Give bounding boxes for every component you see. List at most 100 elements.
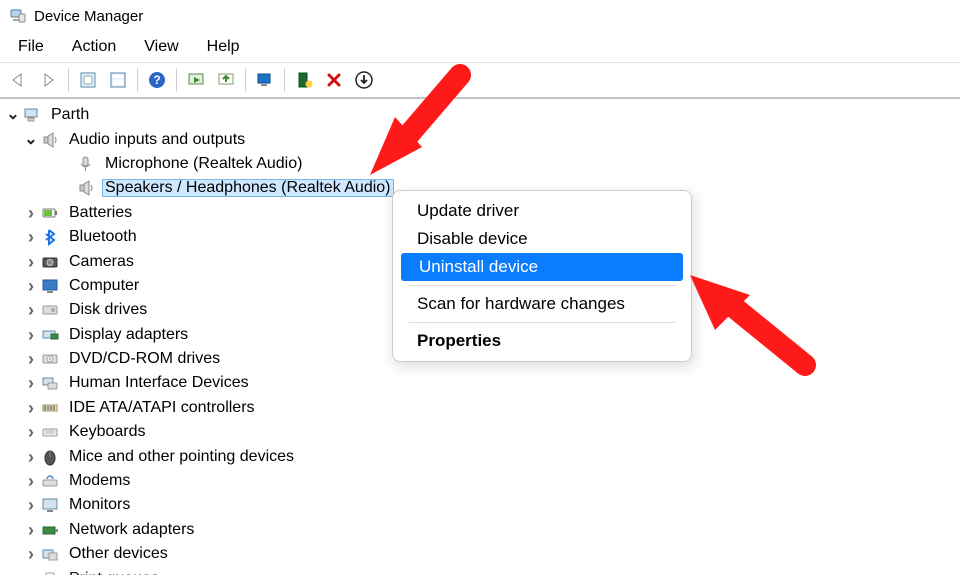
- leaf-spacer: [58, 155, 76, 173]
- toolbar-separator: [68, 68, 69, 92]
- leaf-spacer: [58, 179, 76, 197]
- expand-toggle[interactable]: [22, 423, 40, 441]
- uninstall-device-button[interactable]: [320, 66, 348, 94]
- battery-icon: [40, 203, 60, 223]
- ctx-separator: [409, 285, 675, 286]
- keyboard-icon: [40, 422, 60, 442]
- tree-node-print-queues[interactable]: Print queues: [0, 566, 960, 575]
- expand-toggle[interactable]: [22, 545, 40, 563]
- toolbar-separator: [284, 68, 285, 92]
- ctx-separator: [409, 322, 675, 323]
- tree-node-ide[interactable]: IDE ATA/ATAPI controllers: [0, 396, 960, 420]
- tree-node-label: Mice and other pointing devices: [66, 448, 297, 466]
- annotation-arrow-icon: [660, 260, 830, 395]
- controller-icon: [40, 398, 60, 418]
- microphone-icon: [76, 154, 96, 174]
- expand-toggle[interactable]: [22, 521, 40, 539]
- tree-node-label: DVD/CD-ROM drives: [66, 350, 223, 368]
- toolbar-separator: [245, 68, 246, 92]
- ctx-disable-device[interactable]: Disable device: [399, 225, 685, 253]
- expand-toggle[interactable]: [22, 374, 40, 392]
- menu-help[interactable]: Help: [195, 36, 252, 58]
- expand-toggle[interactable]: [22, 204, 40, 222]
- tree-root-label: Parth: [48, 106, 92, 124]
- expand-toggle[interactable]: [22, 277, 40, 295]
- context-menu: Update driver Disable device Uninstall d…: [392, 190, 692, 362]
- expand-toggle[interactable]: [22, 399, 40, 417]
- disk-drive-icon: [40, 300, 60, 320]
- expand-toggle[interactable]: [22, 448, 40, 466]
- display-adapter-icon: [40, 325, 60, 345]
- bluetooth-icon: [40, 227, 60, 247]
- tree-node-label: Cameras: [66, 253, 137, 271]
- toolbar-separator: [176, 68, 177, 92]
- tree-node-label: Disk drives: [66, 301, 150, 319]
- other-devices-icon: [40, 544, 60, 564]
- tree-node-modems[interactable]: Modems: [0, 469, 960, 493]
- expand-toggle[interactable]: [22, 496, 40, 514]
- menu-view[interactable]: View: [132, 36, 190, 58]
- tree-leaf-label: Microphone (Realtek Audio): [102, 155, 305, 173]
- tree-node-mice[interactable]: Mice and other pointing devices: [0, 444, 960, 468]
- scan-hardware-button[interactable]: [182, 66, 210, 94]
- annotation-arrow-icon: [350, 55, 490, 200]
- enable-device-button[interactable]: [251, 66, 279, 94]
- tree-node-label: Network adapters: [66, 521, 197, 539]
- add-legacy-button[interactable]: [290, 66, 318, 94]
- ctx-properties[interactable]: Properties: [399, 327, 685, 355]
- mouse-icon: [40, 447, 60, 467]
- monitor-icon: [40, 276, 60, 296]
- tree-node-label: Display adapters: [66, 326, 191, 344]
- device-manager-icon: [10, 8, 26, 24]
- expand-toggle[interactable]: [22, 326, 40, 344]
- speaker-icon: [40, 130, 60, 150]
- tree-node-label: Human Interface Devices: [66, 374, 252, 392]
- expand-toggle[interactable]: [22, 228, 40, 246]
- ctx-uninstall-device[interactable]: Uninstall device: [401, 253, 683, 281]
- expand-toggle[interactable]: [22, 472, 40, 490]
- help-button[interactable]: ?: [143, 66, 171, 94]
- monitor-icon: [40, 495, 60, 515]
- tree-node-label: IDE ATA/ATAPI controllers: [66, 399, 258, 417]
- tree-node-label: Audio inputs and outputs: [66, 131, 248, 149]
- ctx-update-driver[interactable]: Update driver: [399, 197, 685, 225]
- tree-node-keyboards[interactable]: Keyboards: [0, 420, 960, 444]
- window-title: Device Manager: [34, 8, 143, 25]
- ctx-scan-hardware[interactable]: Scan for hardware changes: [399, 290, 685, 318]
- network-adapter-icon: [40, 520, 60, 540]
- tree-node-label: Batteries: [66, 204, 135, 222]
- title-bar: Device Manager: [0, 0, 960, 32]
- tree-node-label: Modems: [66, 472, 133, 490]
- speaker-icon: [76, 178, 96, 198]
- back-button[interactable]: [5, 66, 33, 94]
- menu-action[interactable]: Action: [60, 36, 128, 58]
- forward-button[interactable]: [35, 66, 63, 94]
- expand-toggle[interactable]: [22, 301, 40, 319]
- tree-node-other[interactable]: Other devices: [0, 542, 960, 566]
- tree-node-label: Keyboards: [66, 423, 149, 441]
- computer-icon: [22, 105, 42, 125]
- expand-toggle[interactable]: [22, 570, 40, 575]
- expand-toggle[interactable]: [22, 350, 40, 368]
- expand-toggle[interactable]: [4, 106, 22, 124]
- modem-icon: [40, 471, 60, 491]
- svg-text:?: ?: [153, 73, 160, 87]
- expand-toggle[interactable]: [22, 131, 40, 149]
- tree-node-label: Other devices: [66, 545, 171, 563]
- tree-node-label: Print queues: [66, 570, 162, 575]
- tree-node-label: Monitors: [66, 496, 133, 514]
- tree-node-monitors[interactable]: Monitors: [0, 493, 960, 517]
- tree-node-label: Computer: [66, 277, 142, 295]
- toolbar-separator: [137, 68, 138, 92]
- menu-file[interactable]: File: [6, 36, 56, 58]
- hid-icon: [40, 373, 60, 393]
- update-driver-button[interactable]: [212, 66, 240, 94]
- printer-icon: [40, 569, 60, 575]
- properties-button[interactable]: [104, 66, 132, 94]
- expand-toggle[interactable]: [22, 253, 40, 271]
- camera-icon: [40, 252, 60, 272]
- tree-node-network[interactable]: Network adapters: [0, 518, 960, 542]
- tree-node-label: Bluetooth: [66, 228, 140, 246]
- disc-drive-icon: [40, 349, 60, 369]
- show-hidden-button[interactable]: [74, 66, 102, 94]
